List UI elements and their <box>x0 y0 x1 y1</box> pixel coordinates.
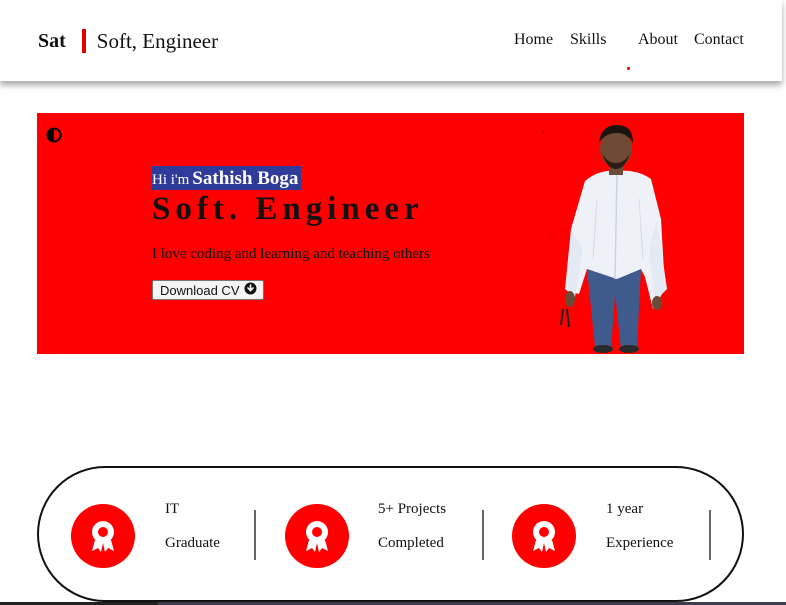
stat-line2: Experience <box>606 535 674 551</box>
download-circle-icon <box>244 282 257 298</box>
stat-line2: Graduate <box>165 535 220 551</box>
hero-name: Sathish Boga <box>192 168 299 189</box>
hero-section: Hi i'm Sathish Boga Soft. Engineer I lov… <box>37 113 744 354</box>
stat-line2: Completed <box>378 535 444 551</box>
brand[interactable]: Sat Soft, Engineer <box>38 29 218 53</box>
brand-name: Sat <box>38 29 66 52</box>
stat-divider <box>709 510 711 560</box>
hero-tagline: I love coding and learning and teaching … <box>152 246 430 262</box>
stat-line1: IT <box>165 501 180 517</box>
site-header: Sat Soft, Engineer Home Skills About Con… <box>0 0 782 81</box>
award-badge-icon <box>512 504 576 568</box>
award-badge-icon <box>285 504 349 568</box>
stats-panel: IT Graduate 5+ Projects Completed 1 year… <box>37 466 744 602</box>
hero-greeting: Hi i'm Sathish Boga <box>152 166 302 190</box>
download-cv-button[interactable]: Download CV <box>152 280 264 300</box>
download-cv-label: Download CV <box>160 282 240 298</box>
nav-home[interactable]: Home <box>514 31 553 49</box>
stat-line1: 1 year <box>606 501 644 517</box>
stat-divider <box>482 510 484 560</box>
hero-role: Soft. Engineer <box>152 191 424 227</box>
hero-decoration <box>542 131 544 133</box>
brand-divider <box>81 29 86 53</box>
hero-decoration <box>551 234 553 236</box>
nav-skills[interactable]: Skills <box>570 31 606 49</box>
stat-divider <box>254 510 256 560</box>
award-badge-icon <box>71 504 135 568</box>
profile-photo <box>560 125 667 353</box>
nav-about[interactable]: About <box>638 31 678 49</box>
contrast-toggle-icon[interactable] <box>46 127 62 143</box>
nav-active-indicator <box>627 67 630 70</box>
brand-title: Soft, Engineer <box>96 28 219 53</box>
nav-contact[interactable]: Contact <box>694 31 744 49</box>
greeting-text: Hi i'm <box>152 172 190 188</box>
stat-line1: 5+ Projects <box>378 501 447 517</box>
